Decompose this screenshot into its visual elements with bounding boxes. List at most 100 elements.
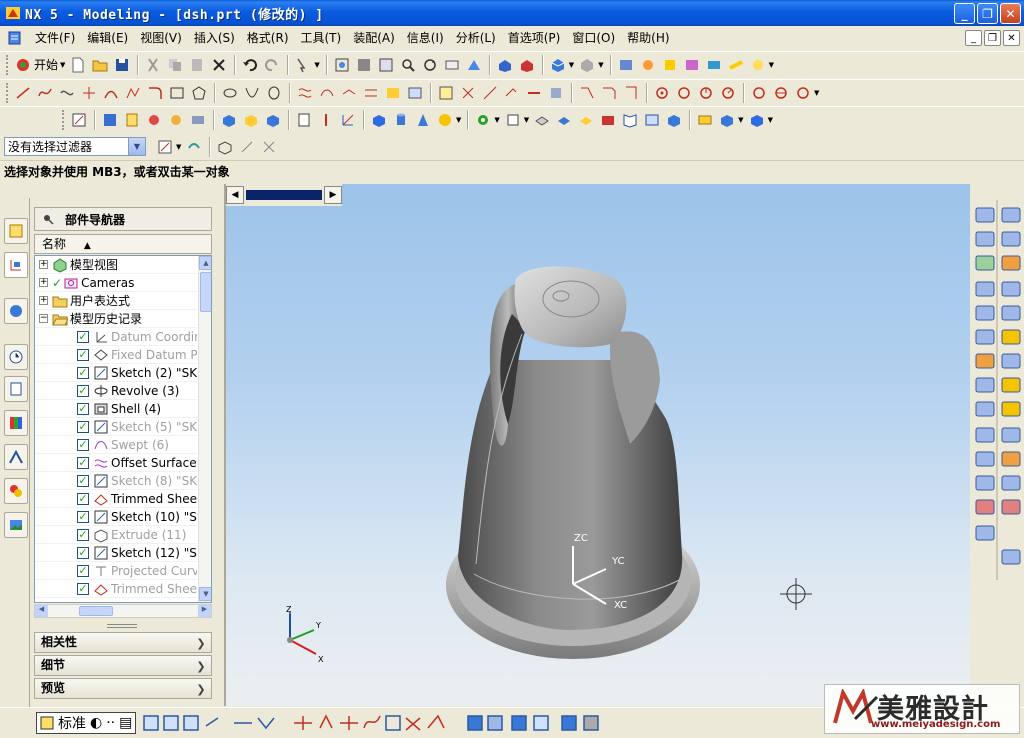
arc-radius-icon[interactable]	[750, 84, 768, 102]
extract-curve-icon[interactable]	[437, 84, 455, 102]
document-icon[interactable]	[7, 30, 23, 46]
h-scroll-thumb[interactable]	[79, 606, 113, 616]
sphere-icon[interactable]	[436, 111, 454, 129]
datum-axis-icon[interactable]	[317, 111, 335, 129]
slot-icon[interactable]	[577, 111, 595, 129]
close-button[interactable]: ✕	[1000, 3, 1021, 24]
project-curve-icon[interactable]	[362, 84, 380, 102]
circle-3point-icon[interactable]	[697, 84, 715, 102]
expand-icon[interactable]: +	[39, 260, 48, 269]
menu-insert[interactable]: 插入(S)	[188, 26, 241, 50]
open-book-icon[interactable]	[621, 111, 639, 129]
feature-table-icon[interactable]	[643, 111, 661, 129]
select-body-icon[interactable]	[216, 138, 234, 156]
expand-icon[interactable]: +	[39, 278, 48, 287]
system-scenes-tab[interactable]	[4, 512, 28, 538]
texture-icon[interactable]	[189, 111, 207, 129]
pan-icon[interactable]	[443, 56, 461, 74]
collapse-icon[interactable]: −	[39, 314, 48, 323]
feature-projected-curve[interactable]: ✓ Projected Curv	[35, 562, 197, 580]
feature-checkbox[interactable]: ✓	[77, 384, 89, 397]
feature-checkbox[interactable]: ✓	[77, 528, 89, 541]
chevron-down-icon[interactable]: ▼	[128, 138, 145, 155]
expand-icon[interactable]: +	[39, 296, 48, 305]
feature-checkbox[interactable]: ✓	[77, 402, 89, 415]
tree-node-model-history[interactable]: − 模型历史记录	[35, 310, 197, 328]
chamfer-curve-icon[interactable]	[600, 84, 618, 102]
join-curve-icon[interactable]	[340, 84, 358, 102]
zoom-icon[interactable]	[377, 56, 395, 74]
selection-filter-select[interactable]: 没有选择过滤器 ▼	[4, 137, 146, 156]
feature-swept-6[interactable]: ✓ Swept (6)	[35, 436, 197, 454]
section-curve-icon[interactable]	[406, 84, 424, 102]
menu-preferences[interactable]: 首选项(P)	[502, 26, 567, 50]
surface-tools-icons[interactable]	[971, 200, 1024, 580]
feature-datum-csys[interactable]: ✓ Datum Coordin	[35, 328, 197, 346]
graphics-window[interactable]: ZC YC XC Z Y X	[224, 184, 970, 706]
select-feature-icon[interactable]	[238, 138, 256, 156]
feature-sketch-12[interactable]: ✓ Sketch (12) "SK	[35, 544, 197, 562]
pad-icon[interactable]	[555, 111, 573, 129]
preview-panel[interactable]: 预览 ❯	[34, 678, 212, 699]
boss-icon[interactable]	[504, 111, 522, 129]
model-canvas[interactable]: ZC YC XC Z Y X	[226, 184, 972, 706]
point-icon[interactable]	[80, 84, 98, 102]
kettle-lid[interactable]	[514, 266, 627, 348]
scroll-thumb[interactable]	[200, 272, 211, 312]
feature-fixed-datum-plane[interactable]: ✓ Fixed Datum P	[35, 346, 197, 364]
cut-icon[interactable]	[144, 56, 162, 74]
menu-file[interactable]: 文件(F)	[29, 26, 81, 50]
trim-body-icon[interactable]	[696, 111, 714, 129]
feature-checkbox[interactable]: ✓	[77, 492, 89, 505]
split-curve-icon[interactable]	[481, 84, 499, 102]
redo-icon[interactable]	[263, 56, 281, 74]
line-icon[interactable]	[14, 84, 32, 102]
feature-checkbox[interactable]: ✓	[77, 420, 89, 433]
cone-feature-icon[interactable]	[264, 111, 282, 129]
dependencies-panel[interactable]: 相关性 ❯	[34, 632, 212, 653]
menu-assemblies[interactable]: 装配(A)	[347, 26, 401, 50]
feature-shell-4[interactable]: ✓ Shell (4)	[35, 400, 197, 418]
cylinder-icon[interactable]	[392, 111, 410, 129]
feature-checkbox[interactable]: ✓	[77, 564, 89, 577]
fillet-icon[interactable]	[146, 84, 164, 102]
tree-vertical-scrollbar[interactable]: ▲ ▼	[198, 256, 211, 602]
edit-curve-icon[interactable]	[503, 84, 521, 102]
shaded-icon[interactable]	[496, 56, 514, 74]
start-menu-button[interactable]: 开始	[34, 56, 58, 73]
color-icon[interactable]	[145, 111, 163, 129]
details-panel[interactable]: 细节 ❯	[34, 655, 212, 676]
history-tab[interactable]	[4, 344, 28, 370]
feature-revolve-3[interactable]: ✓ Revolve (3)	[35, 382, 197, 400]
feature-sketch-5[interactable]: ✓ Sketch (5) "SKE	[35, 418, 197, 436]
menu-tools[interactable]: 工具(T)	[295, 26, 348, 50]
feature-extrude-11[interactable]: ✓ Extrude (11)	[35, 526, 197, 544]
undo-icon[interactable]	[241, 56, 259, 74]
scroll-right-icon[interactable]: ▶	[324, 186, 342, 204]
menu-format[interactable]: 格式(R)	[241, 26, 295, 50]
hole-icon[interactable]	[474, 111, 492, 129]
zoom-window-icon[interactable]	[355, 56, 373, 74]
circle-tangent-icon[interactable]	[719, 84, 737, 102]
maximize-button[interactable]: ❐	[977, 3, 998, 24]
menu-view[interactable]: 视图(V)	[134, 26, 188, 50]
edit-section-icon[interactable]	[683, 56, 701, 74]
scroll-left-icon[interactable]: ◀	[226, 186, 244, 204]
menu-help[interactable]: 帮助(H)	[621, 26, 675, 50]
feature-checkbox[interactable]: ✓	[77, 474, 89, 487]
active-view-tab[interactable]	[246, 190, 322, 200]
perspective-icon[interactable]	[465, 56, 483, 74]
reuse-library-tab[interactable]	[4, 376, 28, 402]
copy-icon[interactable]	[166, 56, 184, 74]
name-column-header[interactable]: 名称 ▲	[34, 234, 212, 254]
splitter-handle[interactable]	[107, 624, 137, 628]
trim-curve-icon[interactable]	[459, 84, 477, 102]
highlight-icon[interactable]	[727, 56, 745, 74]
feature-checkbox[interactable]: ✓	[77, 366, 89, 379]
polygon-icon[interactable]	[190, 84, 208, 102]
menu-edit[interactable]: 编辑(E)	[81, 26, 134, 50]
extrude-feature-icon[interactable]	[370, 111, 388, 129]
cone-icon[interactable]	[414, 111, 432, 129]
menu-analysis[interactable]: 分析(L)	[450, 26, 502, 50]
clipping-icon[interactable]	[639, 56, 657, 74]
